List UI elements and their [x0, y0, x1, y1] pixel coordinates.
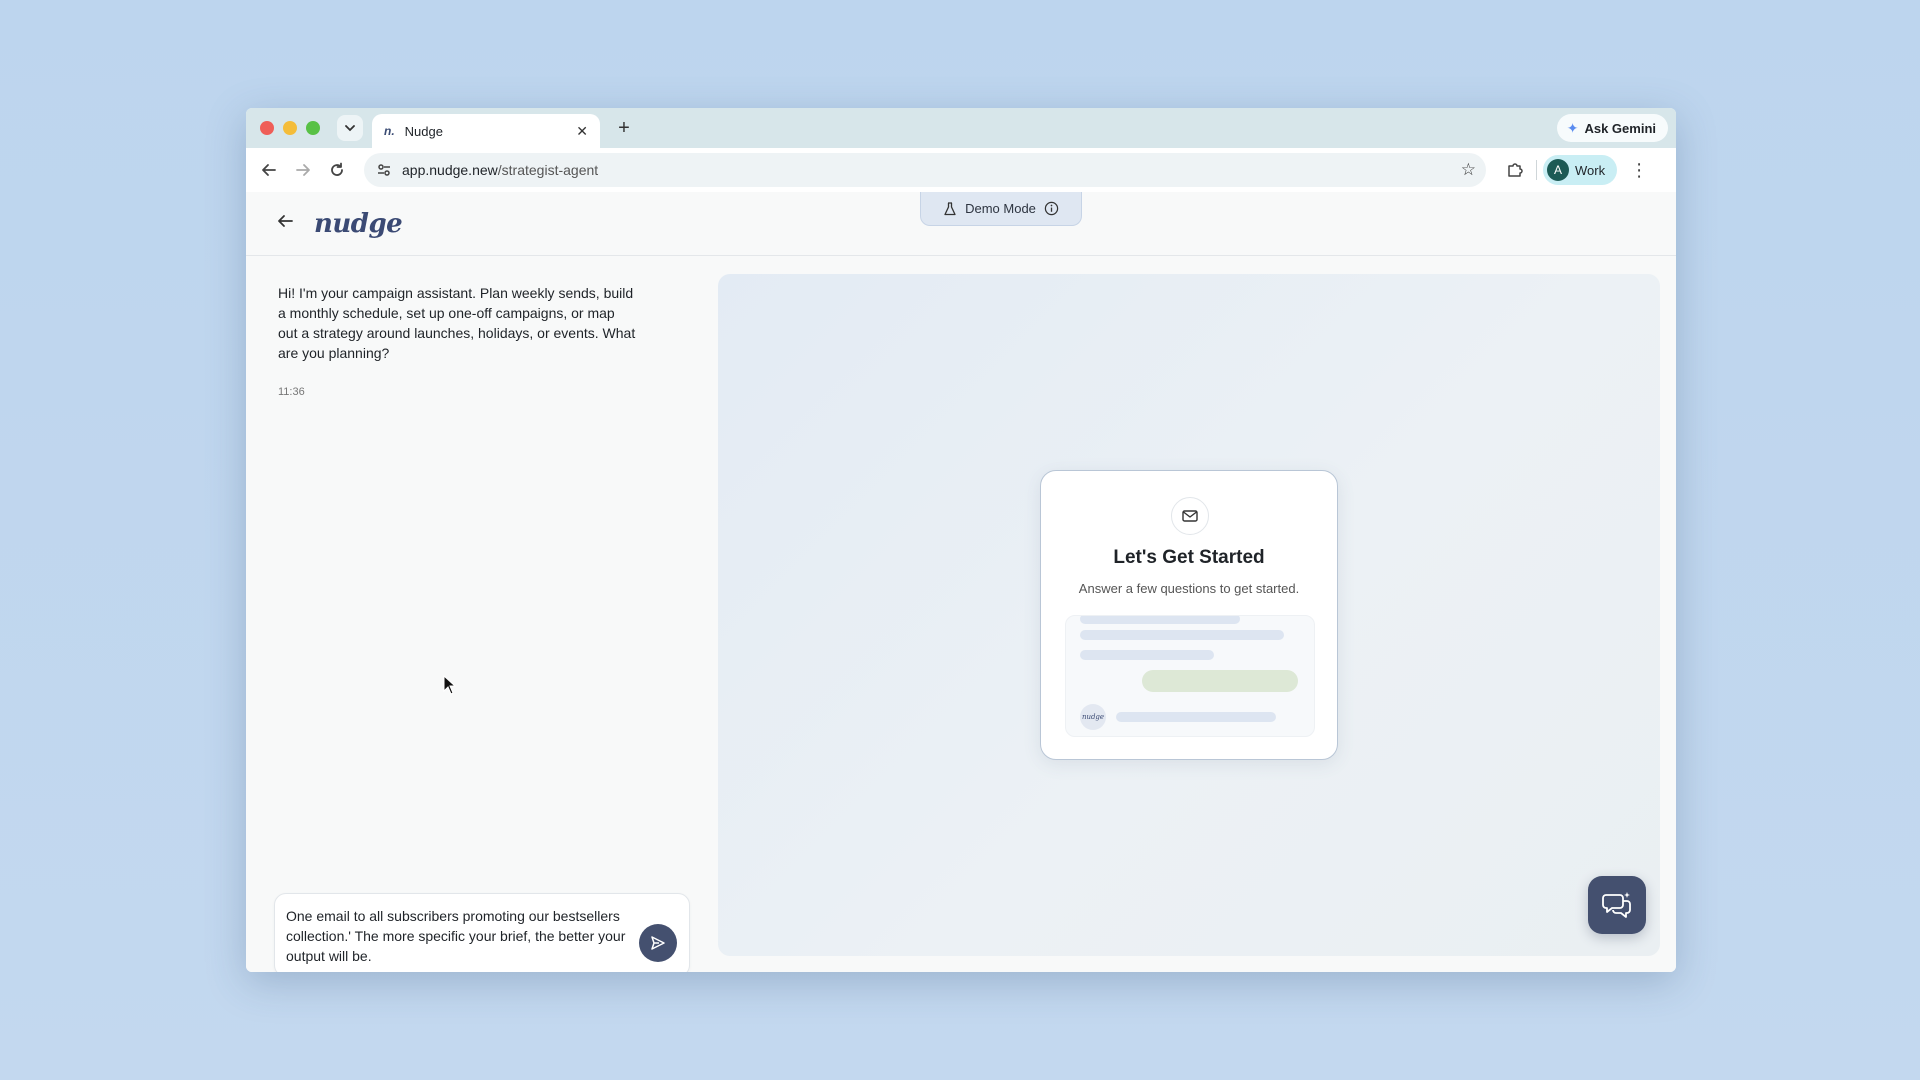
- tab-nudge[interactable]: n. Nudge ✕: [372, 114, 600, 148]
- app-header: nudge Demo Mode: [246, 192, 1676, 256]
- preview-panel: Let's Get Started Answer a few questions…: [718, 274, 1660, 956]
- card-subtitle: Answer a few questions to get started.: [1078, 581, 1300, 596]
- placeholder-line: [1116, 712, 1276, 722]
- extensions-button[interactable]: [1500, 155, 1530, 185]
- message-input[interactable]: One email to all subscribers promoting o…: [286, 906, 636, 966]
- gemini-icon: ✦: [1566, 119, 1579, 136]
- new-tab-button[interactable]: +: [612, 117, 636, 140]
- card-title: Let's Get Started: [1113, 547, 1265, 568]
- mouse-cursor-icon: [443, 675, 457, 695]
- demo-mode-pill[interactable]: Demo Mode: [920, 192, 1082, 226]
- plus-icon: +: [618, 117, 630, 139]
- message-composer[interactable]: One email to all subscribers promoting o…: [274, 893, 690, 972]
- ask-gemini-label: Ask Gemini: [1584, 120, 1656, 136]
- url-domain: app.nudge.new: [402, 162, 498, 178]
- kebab-icon[interactable]: ⋮: [1629, 160, 1649, 181]
- url-path: /strategist-agent: [497, 162, 599, 178]
- arrow-left-icon: [262, 164, 276, 176]
- title-bar: n. Nudge ✕ + ✦ Ask Gemini: [246, 108, 1676, 148]
- chat-fab-button[interactable]: [1588, 876, 1646, 934]
- chat-panel: Hi! I'm your campaign assistant. Plan we…: [246, 257, 716, 972]
- puzzle-icon: [1508, 163, 1523, 177]
- assistant-message: Hi! I'm your campaign assistant. Plan we…: [278, 285, 636, 361]
- url-text[interactable]: app.nudge.new/strategist-agent: [402, 162, 1461, 178]
- profile-label: Work: [1575, 162, 1606, 178]
- minimize-window-button[interactable]: [283, 121, 297, 135]
- reload-icon: [331, 162, 343, 176]
- message-timestamp: 11:36: [278, 386, 305, 398]
- site-info-button[interactable]: [374, 160, 394, 180]
- window-controls: [260, 121, 320, 135]
- mail-icon: [1182, 510, 1198, 522]
- reload-button[interactable]: [320, 153, 354, 187]
- browser-toolbar: app.nudge.new/strategist-agent ☆ A Work …: [246, 148, 1676, 192]
- profile-button[interactable]: A Work: [1543, 155, 1618, 185]
- get-started-card: Let's Get Started Answer a few questions…: [1040, 470, 1338, 760]
- mail-icon-badge: [1171, 497, 1209, 535]
- app-back-button[interactable]: [276, 212, 300, 236]
- browser-window: n. Nudge ✕ + ✦ Ask Gemini app.nudge.new/…: [246, 108, 1676, 972]
- info-icon[interactable]: [1044, 201, 1059, 216]
- tab-search-button[interactable]: [337, 115, 363, 141]
- ask-gemini-button[interactable]: ✦ Ask Gemini: [1556, 114, 1668, 142]
- toolbar-separator: [1536, 160, 1537, 180]
- tune-icon: [378, 164, 390, 176]
- app-area: nudge Demo Mode Hi! I'm your campaign as…: [246, 192, 1676, 972]
- placeholder-line: [1080, 616, 1240, 624]
- arrow-right-icon: [296, 164, 310, 176]
- preview-mockup: nudge: [1065, 615, 1315, 737]
- placeholder-line: [1080, 650, 1214, 660]
- maximize-window-button[interactable]: [306, 121, 320, 135]
- tab-title: Nudge: [404, 123, 443, 139]
- tab-favicon: n.: [384, 124, 395, 138]
- address-bar[interactable]: app.nudge.new/strategist-agent ☆: [364, 153, 1486, 187]
- close-icon[interactable]: ✕: [576, 123, 588, 140]
- chat-bubbles-icon: [1602, 892, 1631, 918]
- forward-button[interactable]: [286, 153, 320, 187]
- star-icon[interactable]: ☆: [1461, 160, 1476, 180]
- arrow-left-icon: [278, 214, 293, 227]
- flask-icon: [944, 201, 956, 215]
- demo-mode-label: Demo Mode: [965, 201, 1036, 216]
- placeholder-button: [1142, 670, 1298, 692]
- back-button[interactable]: [252, 153, 286, 187]
- mini-logo-avatar: nudge: [1080, 704, 1106, 730]
- close-window-button[interactable]: [260, 121, 274, 135]
- nudge-logo[interactable]: nudge: [314, 209, 403, 239]
- chevron-down-icon: [345, 125, 355, 132]
- send-icon: [651, 936, 665, 950]
- send-button[interactable]: [639, 924, 677, 962]
- placeholder-line: [1080, 630, 1284, 640]
- avatar: A: [1547, 159, 1569, 181]
